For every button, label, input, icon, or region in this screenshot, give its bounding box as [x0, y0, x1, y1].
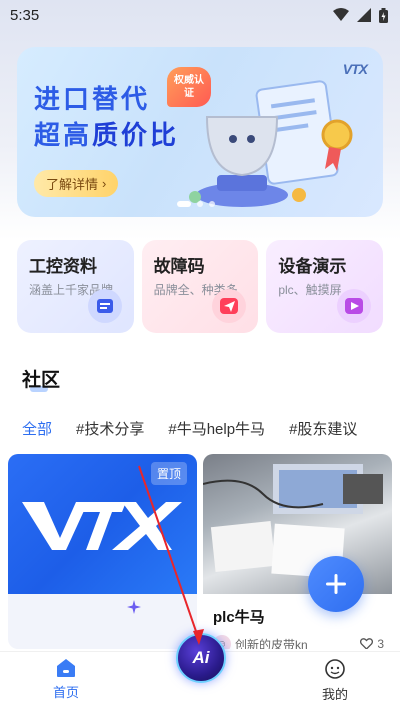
tab-tech-share[interactable]: #技术分享	[76, 418, 144, 439]
pinned-badge: 置顶	[150, 462, 187, 485]
book-icon	[87, 289, 122, 323]
feature-card-device-demo[interactable]: 设备演示 plc、触摸屏	[266, 240, 384, 333]
nav-home[interactable]: 首页	[36, 658, 96, 701]
carousel-dot	[197, 201, 203, 207]
heart-icon	[360, 638, 374, 649]
like-button[interactable]: 3	[360, 637, 384, 649]
plus-icon	[326, 574, 346, 594]
post-card-pinned[interactable]: 置顶	[8, 454, 197, 649]
post-image	[203, 454, 392, 594]
nav-mine-label: 我的	[321, 687, 348, 702]
play-icon	[337, 289, 372, 323]
nav-home-label: 首页	[52, 685, 79, 700]
carousel-dots	[177, 201, 215, 207]
ai-assistant-button[interactable]: Ai	[176, 633, 226, 683]
send-icon	[212, 289, 247, 323]
carousel-dot	[177, 201, 191, 207]
tab-all[interactable]: 全部	[22, 418, 52, 439]
brand-logo: VTX	[342, 61, 368, 77]
trophy-illustration	[189, 80, 353, 207]
tab-shareholder-advice[interactable]: #股东建议	[289, 418, 357, 439]
battery-icon	[379, 7, 388, 23]
workshop-photo	[203, 464, 383, 579]
post-image: 置顶	[8, 454, 197, 594]
post-title: plc牛马	[213, 609, 265, 626]
feature-cards: 工控资料 涵盖上千家品牌 故障码 品牌全、种类多 设备演示 plc、触摸屏	[17, 240, 384, 333]
feature-title: 工控资料	[29, 257, 97, 276]
feature-card-docs[interactable]: 工控资料 涵盖上千家品牌	[17, 240, 134, 333]
community-heading: 社区	[22, 365, 60, 392]
feature-title: 故障码	[153, 257, 205, 276]
like-count: 3	[377, 637, 384, 649]
learn-more-button[interactable]: 了解详情 ›	[34, 170, 119, 197]
wifi-icon	[333, 8, 349, 21]
status-bar: 5:35	[0, 0, 400, 30]
signal-icon	[357, 8, 371, 22]
carousel-dot	[209, 201, 215, 207]
sparkle-icon	[127, 600, 141, 614]
profile-icon	[325, 659, 345, 679]
nav-mine[interactable]: 我的	[305, 658, 365, 703]
post-card[interactable]: plc牛马 ☺ 创新的皮带kn 3	[203, 454, 392, 649]
tab-help[interactable]: #牛马help牛马	[168, 418, 265, 439]
feature-title: 设备演示	[278, 257, 347, 276]
feature-card-fault-codes[interactable]: 故障码 品牌全、种类多	[141, 240, 259, 333]
post-meta: ☺ 创新的皮带kn 3	[213, 635, 384, 649]
chevron-right-icon: ›	[102, 176, 107, 191]
home-icon	[57, 659, 75, 677]
status-time: 5:35	[10, 6, 40, 24]
community-tabs: 全部 #技术分享 #牛马help牛马 #股东建议	[22, 418, 381, 439]
promo-banner[interactable]: 进口替代 超高质价比 权威认证 VTX 了解详情 ›	[17, 47, 383, 217]
banner-headline: 进口替代	[34, 84, 151, 114]
create-post-button[interactable]	[308, 556, 364, 612]
post-author[interactable]: 创新的皮带kn	[235, 636, 360, 650]
banner-subheadline: 超高质价比	[34, 120, 180, 150]
